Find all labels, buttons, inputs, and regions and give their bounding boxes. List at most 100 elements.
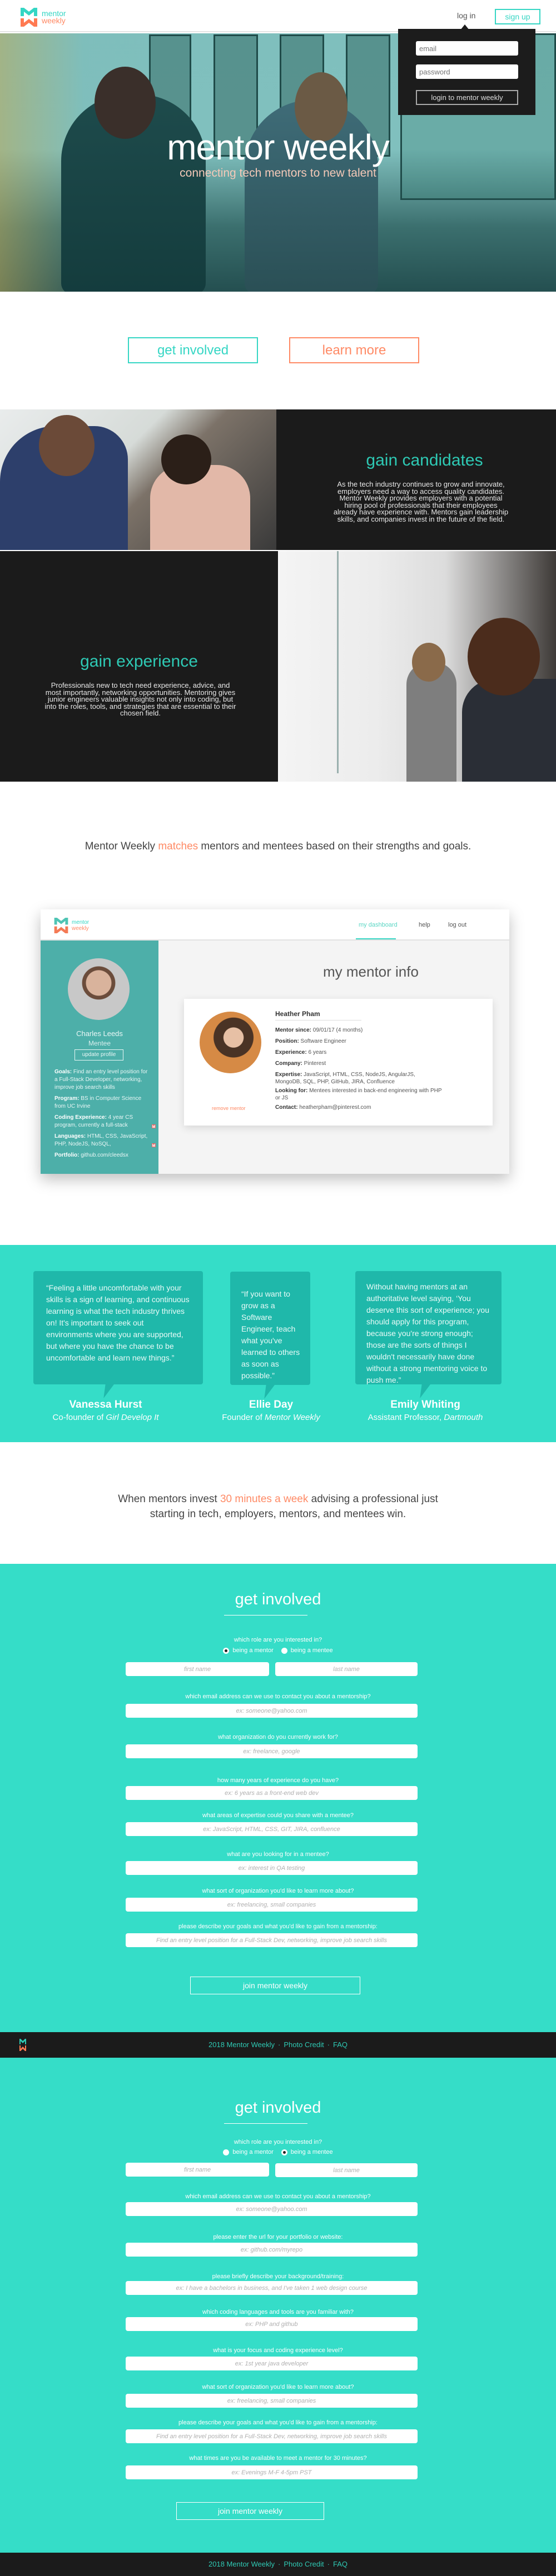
languages-input[interactable] bbox=[126, 2317, 418, 2331]
mentee-name: Charles Leeds bbox=[76, 1029, 123, 1038]
footer-link-faq[interactable]: FAQ bbox=[333, 2560, 348, 2568]
mentor-field: Position: Software Engineer bbox=[275, 1038, 442, 1045]
feature-body: Professionals new to tech need experienc… bbox=[44, 681, 236, 717]
availability-input[interactable] bbox=[126, 2465, 418, 2479]
role-radio-group: being a mentor being a mentee bbox=[0, 1647, 556, 1654]
question-label: please briefly describe your background/… bbox=[212, 2273, 344, 2280]
mentee-preference-input[interactable] bbox=[126, 1861, 418, 1875]
field-label: Mentor since: bbox=[275, 1027, 312, 1033]
question-label: what times are you be available to meet … bbox=[189, 2455, 367, 2462]
radio-label: being a mentee bbox=[290, 1647, 333, 1654]
footer-link-faq[interactable]: FAQ bbox=[333, 2040, 348, 2049]
radio-unselected-icon[interactable] bbox=[281, 1647, 287, 1654]
mentor-card: remove mentor Heather Pham Mentor since:… bbox=[184, 999, 493, 1126]
testimonial-quote: Without having mentors at an authoritati… bbox=[355, 1271, 502, 1398]
question-label: please describe your goals and what you'… bbox=[178, 1923, 378, 1930]
question-label: what sort of organization you'd like to … bbox=[202, 2384, 354, 2390]
footer-copyright: 2018 Mentor Weekly bbox=[209, 2560, 275, 2568]
role-option-mentor[interactable]: being a mentor bbox=[223, 1647, 274, 1654]
radio-unselected-icon[interactable] bbox=[223, 2149, 230, 2155]
dashboard-logo[interactable]: mentor weekly bbox=[53, 917, 89, 934]
first-name-input[interactable] bbox=[126, 2163, 269, 2177]
quote-text: Without having mentors at an authoritati… bbox=[366, 1282, 490, 1384]
footer-separator: · bbox=[278, 2040, 281, 2049]
remove-mentor-link[interactable]: remove mentor bbox=[212, 1106, 246, 1111]
field-label: Contact: bbox=[275, 1104, 298, 1111]
expand-icon[interactable]: + bbox=[152, 1124, 156, 1128]
question-label: what is your focus and coding experience… bbox=[213, 2347, 343, 2354]
radio-selected-icon[interactable] bbox=[223, 1647, 230, 1654]
mentee-fact-coding: Coding Experience: 4 year CS program, cu… bbox=[54, 1114, 156, 1129]
footer-link-photo-credit[interactable]: Photo Credit bbox=[284, 2040, 324, 2049]
logo[interactable]: mentor weekly bbox=[19, 7, 66, 28]
join-button[interactable]: join mentor weekly bbox=[190, 1977, 360, 1994]
portfolio-url-input[interactable] bbox=[126, 2243, 418, 2257]
field-value: 09/01/17 (4 months) bbox=[311, 1027, 363, 1033]
fact-label: Goals: bbox=[54, 1069, 72, 1075]
question-label: how many years of experience do you have… bbox=[217, 1777, 339, 1784]
learn-more-button[interactable]: learn more bbox=[289, 337, 419, 363]
dashboard-preview: mentor weekly my dashboard help log out … bbox=[41, 909, 509, 1174]
org-interest-input[interactable] bbox=[126, 2394, 418, 2408]
fact-label: Languages: bbox=[54, 1133, 86, 1139]
mentee-fact-program: Program: BS in Computer Science from UC … bbox=[54, 1095, 149, 1111]
speech-tail bbox=[416, 1384, 431, 1398]
mw-logo-icon bbox=[21, 8, 37, 27]
org-interest-input[interactable] bbox=[126, 1898, 418, 1912]
dashboard-nav-help[interactable]: help bbox=[419, 922, 430, 928]
goals-input[interactable] bbox=[126, 1933, 418, 1947]
expand-icon[interactable]: + bbox=[152, 1143, 156, 1147]
popover-caret bbox=[460, 24, 469, 30]
email-input[interactable] bbox=[126, 1704, 418, 1718]
background-input[interactable] bbox=[126, 2281, 418, 2295]
footer-link-photo-credit[interactable]: Photo Credit bbox=[284, 2560, 324, 2568]
radio-selected-icon[interactable] bbox=[281, 2149, 287, 2155]
login-link[interactable]: log in bbox=[457, 11, 475, 20]
title-text: Assistant Professor, bbox=[368, 1413, 444, 1422]
logo-word-mentor: mentor bbox=[72, 919, 90, 926]
testimonial-author: Ellie Day bbox=[249, 1399, 294, 1410]
login-email-input[interactable] bbox=[416, 41, 518, 56]
role-option-mentee[interactable]: being a mentee bbox=[281, 2149, 333, 2155]
expertise-input[interactable] bbox=[126, 1822, 418, 1836]
site-footer: 2018 Mentor Weekly · Photo Credit · FAQ bbox=[0, 2032, 556, 2058]
field-value: 6 years bbox=[306, 1049, 327, 1056]
login-password-input[interactable] bbox=[416, 64, 518, 79]
active-tab-indicator bbox=[356, 938, 396, 939]
last-name-input[interactable] bbox=[275, 1662, 418, 1676]
matches-tagline: Mentor Weekly matches mentors and mentee… bbox=[0, 841, 556, 853]
mentee-sidebar: Charles Leeds Mentee update profile Goal… bbox=[41, 941, 158, 1174]
title-org: Mentor Weekly bbox=[264, 1413, 320, 1422]
dashboard-nav-my-dashboard[interactable]: my dashboard bbox=[359, 922, 398, 928]
update-profile-button[interactable]: update profile bbox=[75, 1049, 123, 1061]
form-title-underline bbox=[224, 2123, 307, 2124]
dashboard-nav-log-out[interactable]: log out bbox=[448, 922, 466, 928]
feature-title: gain experience bbox=[80, 652, 198, 671]
experience-level-input[interactable] bbox=[126, 2357, 418, 2370]
signup-button[interactable]: sign up bbox=[495, 9, 540, 24]
signup-form-mentee: get involved which role are you interest… bbox=[0, 2058, 556, 2553]
email-input[interactable] bbox=[126, 2202, 418, 2216]
join-button[interactable]: join mentor weekly bbox=[176, 2502, 324, 2520]
footer-links: 2018 Mentor Weekly · Photo Credit · FAQ bbox=[209, 2560, 348, 2568]
title-org: Dartmouth bbox=[444, 1413, 483, 1422]
field-label: Expertise: bbox=[275, 1072, 302, 1078]
mentee-fact-goals: Goals: Find an entry level position for … bbox=[54, 1068, 149, 1092]
last-name-input[interactable] bbox=[275, 2163, 418, 2177]
goals-input[interactable] bbox=[126, 2429, 418, 2443]
question-label: please enter the url for your portfolio … bbox=[213, 2234, 343, 2240]
role-option-mentee[interactable]: being a mentee bbox=[281, 1647, 333, 1654]
organization-input[interactable] bbox=[126, 1744, 418, 1758]
login-submit-button[interactable]: login to mentor weekly bbox=[416, 90, 518, 105]
first-name-input[interactable] bbox=[126, 1662, 269, 1676]
radio-label: being a mentor bbox=[232, 2149, 274, 2155]
experience-years-input[interactable] bbox=[126, 1786, 418, 1800]
footer-separator: · bbox=[327, 2560, 330, 2568]
question-label: what sort of organization you'd like to … bbox=[202, 1888, 354, 1894]
get-involved-button[interactable]: get involved bbox=[128, 337, 258, 363]
tagline-text: Mentor Weekly bbox=[85, 841, 158, 852]
testimonial-quote: “If you want to grow as a Software Engin… bbox=[230, 1272, 310, 1399]
role-option-mentor[interactable]: being a mentor bbox=[223, 2149, 274, 2155]
mentor-photo bbox=[200, 1012, 261, 1073]
testimonials-section: “Feeling a little uncomfortable with you… bbox=[0, 1245, 556, 1442]
